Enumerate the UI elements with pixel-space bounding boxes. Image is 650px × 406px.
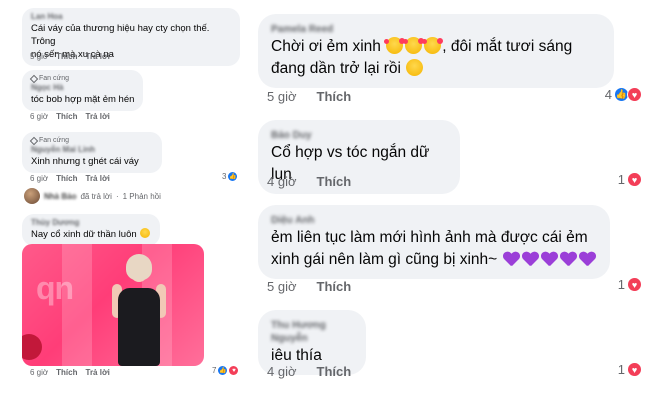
- right-comment-panel: Pamela Reed Chời ơi ẻm xinh , đôi mắt tư…: [250, 0, 650, 406]
- comment-actions: 4 giờ Thích: [267, 364, 351, 379]
- reaction-count: 1: [617, 277, 625, 292]
- reply-button[interactable]: Trả lời: [86, 368, 110, 377]
- commenter-name[interactable]: Ngọc Hà: [31, 83, 134, 93]
- comment-bubble: Thùy Dương Nay cổ xinh dữ thần luôn: [22, 214, 161, 246]
- comment-bubble: Fan cứng Nguyễn Mai Linh Xinh nhưng t gh…: [22, 132, 162, 173]
- reaction-summary[interactable]: 1 ♥: [618, 277, 642, 292]
- reply-button[interactable]: Trả lời: [86, 112, 110, 121]
- reaction-count: 3: [222, 172, 227, 181]
- diamond-icon: [29, 74, 39, 83]
- smiling-face-with-hearts-icon: [403, 37, 425, 54]
- comment-time: 6 giờ: [30, 368, 49, 377]
- fan-badge: Fan cứng: [29, 136, 153, 145]
- purple-heart-icon: [560, 252, 577, 267]
- attached-photo[interactable]: qn: [22, 244, 204, 366]
- like-button[interactable]: Thích: [317, 89, 352, 104]
- like-button[interactable]: Thích: [56, 112, 77, 121]
- like-button[interactable]: Thích: [56, 52, 77, 61]
- like-button[interactable]: Thích: [56, 174, 77, 183]
- purple-heart-icon: [541, 252, 558, 267]
- reaction-summary[interactable]: 4 👍 ♥: [605, 87, 642, 102]
- purple-heart-icon: [522, 252, 539, 267]
- comment-text: Chời ơi ẻm xinh , đôi mắt tươi sáng: [271, 37, 573, 55]
- like-button[interactable]: Thích: [317, 364, 352, 379]
- reply-button[interactable]: Trả lời: [86, 52, 110, 61]
- comment-actions: 6 giờ Thích Trả lời: [30, 112, 110, 121]
- love-icon: ♥: [627, 277, 642, 292]
- fan-badge: Fan cứng: [29, 74, 134, 83]
- comment-time: 5 giờ: [30, 52, 49, 61]
- comment-actions: 5 giờ Thích: [267, 89, 351, 104]
- comment-text: ẻm liên tục làm mới hình ảnh mà được cái…: [271, 229, 588, 246]
- commenter-name[interactable]: Nguyễn Mai Linh: [31, 145, 153, 155]
- comment-bubble: Fan cứng Ngọc Hà tóc bob hợp mặt ẻm hén: [22, 70, 144, 111]
- smiling-face-with-hearts-icon: [422, 37, 444, 54]
- reaction-summary[interactable]: 1 ♥: [618, 172, 642, 187]
- comment-item: Thùy Dương Nay cổ xinh dữ thần luôn: [22, 214, 161, 246]
- comment-time: 4 giờ: [267, 174, 297, 189]
- comment-text: tóc bob hợp mặt ẻm hén: [31, 94, 135, 105]
- reply-author-name: Nhà Bảo: [44, 191, 77, 201]
- reaction-summary[interactable]: 1 ♥: [618, 362, 642, 377]
- love-icon: ♥: [627, 362, 642, 377]
- like-button[interactable]: Thích: [56, 368, 77, 377]
- reaction-count: 7: [212, 366, 217, 375]
- heart-eyes-emoji-icon: [140, 228, 151, 238]
- comment-actions: 6 giờ Thích Trả lời: [30, 368, 110, 377]
- comment-time: 5 giờ: [267, 279, 297, 294]
- comment-text: xinh gái nên làm gì cũng bị xinh~: [271, 249, 597, 271]
- avatar: [24, 188, 40, 204]
- comment-time: 4 giờ: [267, 364, 297, 379]
- commenter-name[interactable]: Thùy Dương: [31, 218, 151, 228]
- comment-text: Cái váy của thương hiệu hay cty chọn thế…: [31, 23, 210, 47]
- like-button[interactable]: Thích: [317, 279, 352, 294]
- love-icon: ♥: [627, 172, 642, 187]
- comment-text: Nay cổ xinh dữ thần luôn: [31, 228, 151, 241]
- reply-suffix: đã trả lời: [80, 191, 112, 201]
- comment-bubble: Diệu Anh ẻm liên tục làm mới hình ảnh mà…: [258, 205, 610, 279]
- commenter-name[interactable]: Diệu Anh: [271, 214, 597, 227]
- like-icon: 👍: [228, 172, 238, 181]
- photo-watermark: qn: [36, 270, 74, 306]
- commenter-name[interactable]: Lan Hoa: [31, 12, 231, 22]
- comment-text: Xinh nhưng t ghét cái váy: [31, 156, 139, 167]
- commenter-name[interactable]: Bảo Duy: [271, 129, 447, 142]
- comment-time: 6 giờ: [30, 112, 49, 121]
- comment-actions: 4 giờ Thích: [267, 174, 351, 189]
- person-figure: [108, 254, 170, 366]
- separator: ·: [115, 191, 119, 201]
- comment-time: 5 giờ: [267, 89, 297, 104]
- view-replies-link[interactable]: Nhà Bảo đã trả lời · 1 Phản hồi: [24, 188, 161, 204]
- flower-decoration: [22, 334, 42, 360]
- diamond-icon: [29, 136, 39, 145]
- commenter-name[interactable]: Pamela Reed: [271, 23, 601, 36]
- reaction-count: 1: [617, 172, 625, 187]
- purple-heart-icon: [579, 252, 596, 267]
- reaction-count: 1: [617, 362, 625, 377]
- reply-count: 1 Phản hồi: [122, 191, 161, 201]
- comment-actions: 5 giờ Thích: [267, 279, 351, 294]
- smiling-face-with-hearts-icon: [384, 37, 406, 54]
- comment-item: Fan cứng Nguyễn Mai Linh Xinh nhưng t gh…: [22, 132, 162, 173]
- comment-time: 6 giờ: [30, 174, 49, 183]
- smiling-face-icon: [406, 59, 424, 76]
- like-icon: 👍: [218, 366, 228, 375]
- commenter-name[interactable]: Thu Hương Nguyễn: [271, 319, 353, 345]
- comment-actions: 5 giờ Thích Trả lời: [30, 52, 110, 61]
- purple-heart-icon: [503, 252, 520, 267]
- comment-text: đang dần trở lại rồi: [271, 58, 601, 80]
- reaction-summary[interactable]: 7 👍 ♥: [212, 366, 239, 375]
- reaction-count: 4: [604, 87, 612, 102]
- like-button[interactable]: Thích: [317, 174, 352, 189]
- love-icon: ♥: [627, 87, 642, 102]
- comment-bubble: Pamela Reed Chời ơi ẻm xinh , đôi mắt tư…: [258, 14, 614, 88]
- comment-item: Fan cứng Ngọc Hà tóc bob hợp mặt ẻm hén: [22, 70, 144, 111]
- comment-actions: 6 giờ Thích Trả lời: [30, 174, 110, 183]
- reply-button[interactable]: Trả lời: [86, 174, 110, 183]
- reaction-summary[interactable]: 3 👍: [222, 172, 238, 181]
- left-comment-panel: Lan Hoa Cái váy của thương hiệu hay cty …: [0, 0, 248, 406]
- love-icon: ♥: [229, 366, 239, 375]
